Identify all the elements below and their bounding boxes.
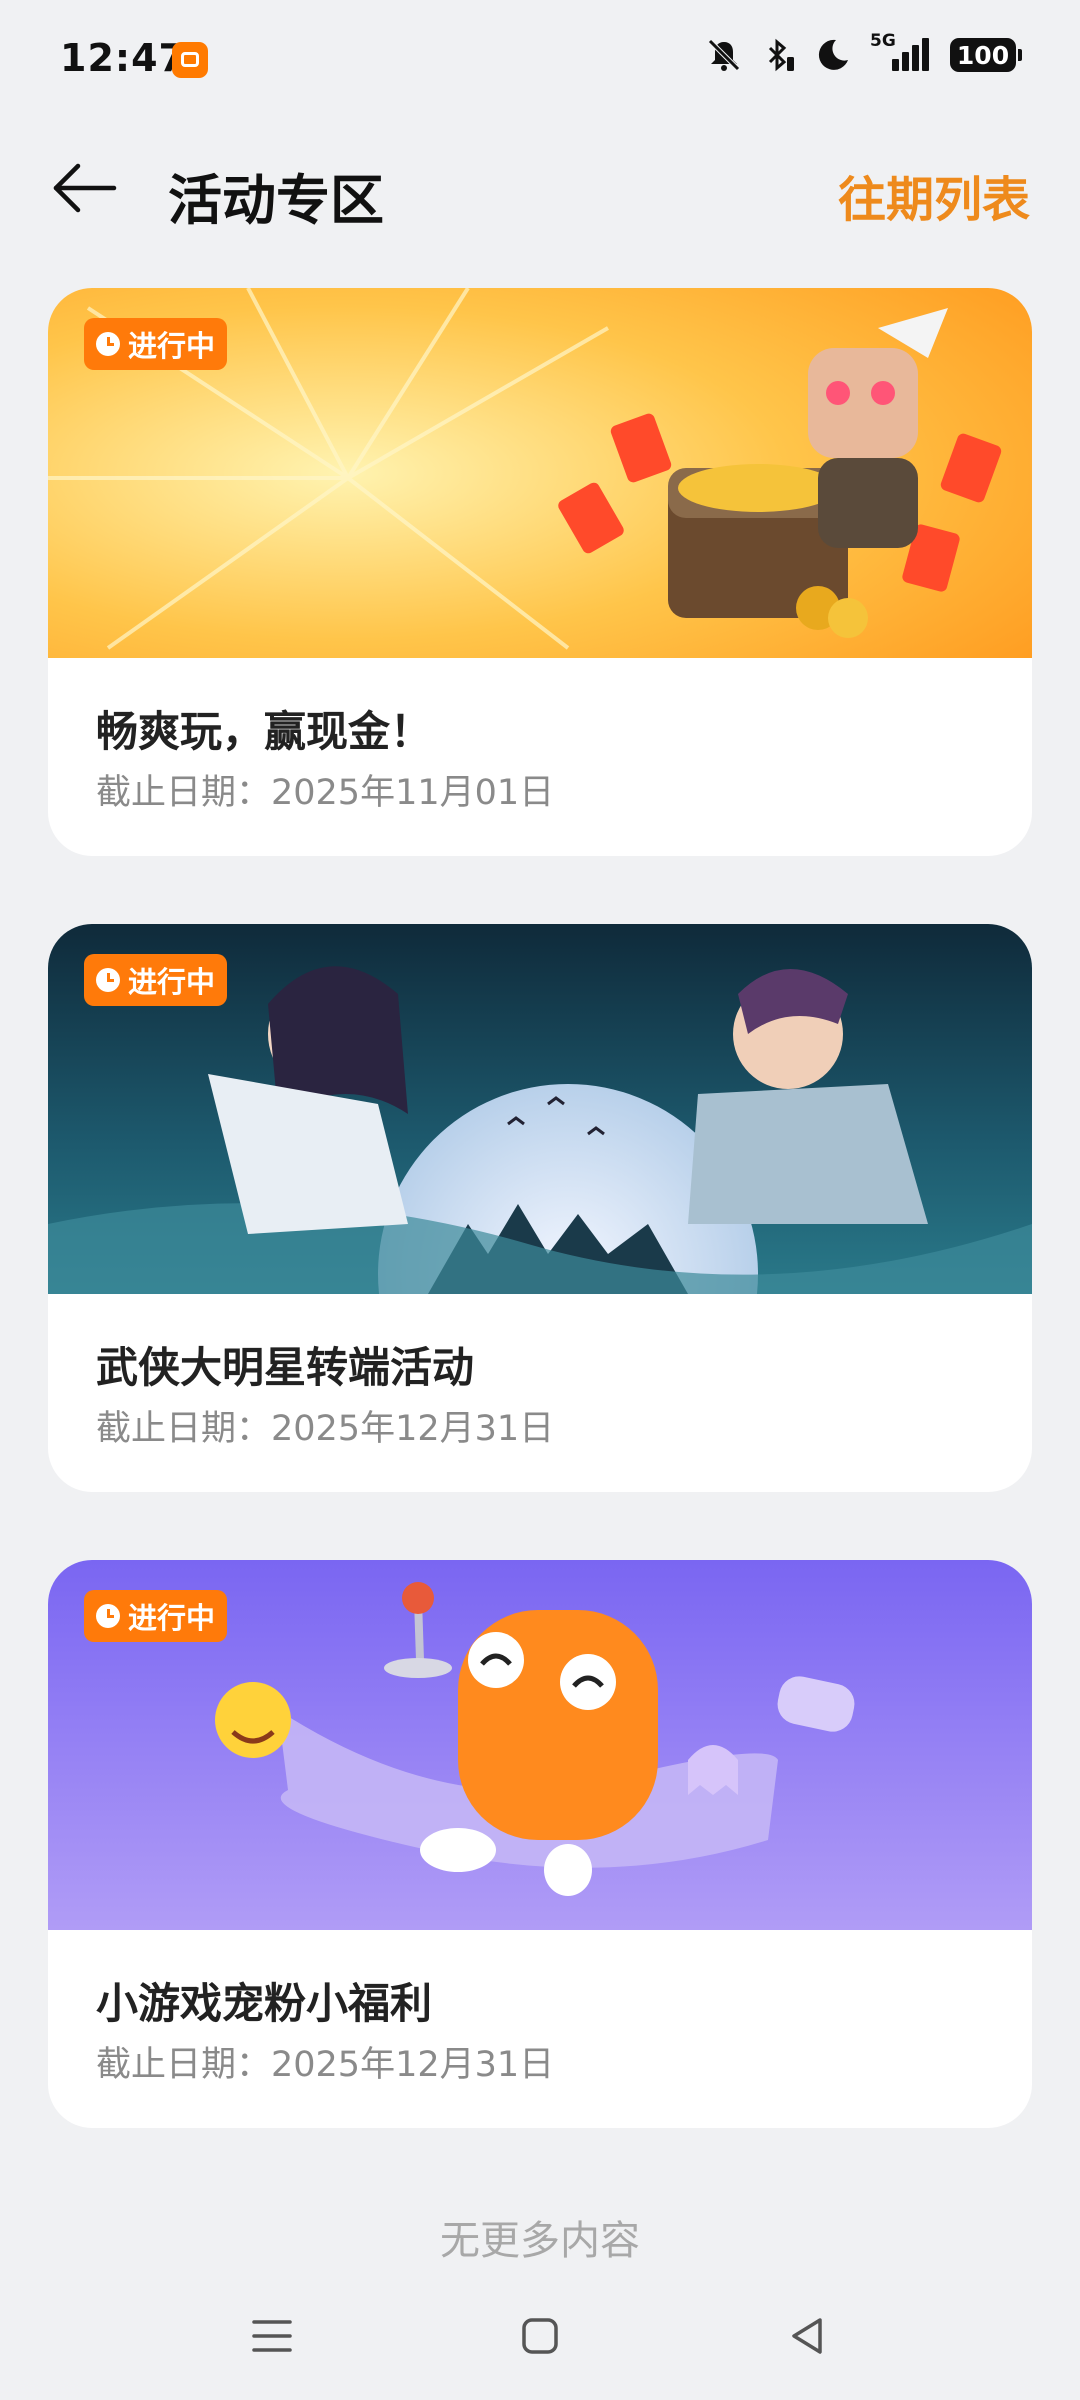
signal-icon: 5G (870, 31, 932, 73)
status-icons: 5G 100 (706, 31, 1022, 74)
event-card[interactable]: 进行中 小游戏宠粉小福利 截止日期：2025年12月31日 (48, 1560, 1032, 2128)
event-title: 畅爽玩，赢现金！ (96, 707, 433, 756)
status-badge: 进行中 (84, 954, 228, 1006)
status-badge-label: 进行中 (128, 1601, 216, 1635)
event-deadline: 截止日期：2025年12月31日 (96, 1409, 555, 1449)
status-badge: 进行中 (84, 318, 228, 370)
status-badge-label: 进行中 (128, 329, 216, 363)
clock-icon (96, 1604, 120, 1628)
event-deadline: 截止日期：2025年12月31日 (96, 2045, 555, 2085)
status-badge-label: 进行中 (128, 965, 216, 999)
clock-icon (96, 968, 120, 992)
home-icon[interactable] (512, 2308, 568, 2364)
event-card[interactable]: 进行中 武侠大明星转端活动 截止日期：2025年12月31日 (48, 924, 1032, 1492)
event-deadline: 截止日期：2025年11月01日 (96, 773, 555, 813)
top-app-bar: 活动专区 往期列表 (0, 130, 1080, 246)
history-list-link[interactable]: 往期列表 (838, 160, 1030, 230)
status-bar: 12:47 5G 100 (0, 0, 1080, 120)
status-badge: 进行中 (84, 1590, 228, 1642)
app-notification-icon (172, 42, 208, 78)
bluetooth-icon (768, 38, 794, 72)
end-of-list-text: 无更多内容 (440, 2218, 640, 2264)
mute-icon (708, 39, 740, 71)
page-title: 活动专区 (168, 169, 384, 232)
back-arrow-icon[interactable] (48, 152, 120, 224)
clock-icon (96, 332, 120, 356)
do-not-disturb-moon-icon (818, 39, 848, 70)
event-title: 武侠大明星转端活动 (96, 1343, 475, 1392)
menu-icon[interactable] (244, 2308, 300, 2364)
event-card[interactable]: 进行中 畅爽玩，赢现金！ 截止日期：2025年11月01日 (48, 288, 1032, 856)
battery-icon: 100 (950, 38, 1022, 72)
event-title: 小游戏宠粉小福利 (96, 1979, 433, 2028)
system-navigation-bar (0, 2290, 1080, 2380)
status-time: 12:47 (60, 36, 186, 80)
back-triangle-icon[interactable] (780, 2308, 836, 2364)
